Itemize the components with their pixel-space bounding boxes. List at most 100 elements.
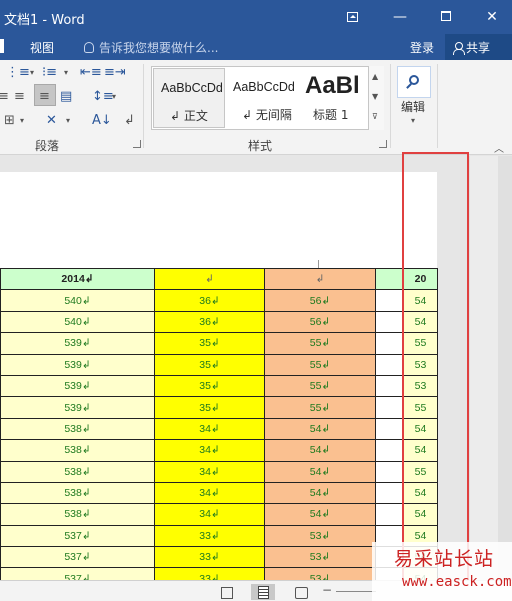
table-cell[interactable]: 20	[403, 267, 438, 291]
table-cell[interactable]: 53	[403, 374, 438, 398]
table-cell[interactable]: 538↲	[0, 503, 155, 526]
table-cell[interactable]: 2014↲	[0, 267, 155, 291]
table-cell[interactable]: 538↲	[0, 439, 155, 462]
web-layout-icon[interactable]	[288, 584, 312, 600]
tell-me-search[interactable]: 告诉我您想要做什么...	[84, 39, 218, 56]
table-cell[interactable]: 537↲	[0, 567, 155, 580]
table-cell[interactable]: 539↲	[0, 396, 155, 419]
scroll-up-icon[interactable]: ▲	[372, 72, 378, 81]
multilevel-dropdown-icon[interactable]: ▾	[64, 66, 68, 80]
maximize-button[interactable]	[426, 0, 466, 34]
table-cell[interactable]	[375, 503, 404, 526]
line-spacing-icon[interactable]: ↕≡	[92, 90, 114, 104]
table-cell[interactable]: 537↲	[0, 546, 155, 569]
table-cell[interactable]: 34↲	[154, 503, 265, 526]
increase-indent-icon[interactable]: ≡⇥	[104, 66, 126, 80]
table-cell[interactable]: 54	[403, 417, 438, 441]
read-mode-icon[interactable]	[214, 584, 238, 600]
tab-view[interactable]: 视图	[30, 39, 54, 56]
numbering-icon[interactable]: ⋮≡	[6, 66, 30, 80]
multilevel-list-icon[interactable]: ⁝≡	[42, 66, 57, 80]
scroll-down-icon[interactable]: ▼	[372, 92, 378, 101]
table-cell[interactable]: 53↲	[264, 546, 376, 569]
table-cell[interactable]: 55↲	[264, 332, 376, 355]
table-cell[interactable]	[375, 439, 404, 462]
editing-button[interactable]	[397, 66, 431, 98]
table-cell[interactable]: 54	[403, 310, 438, 334]
share-button[interactable]: 共享	[445, 34, 512, 60]
collapse-ribbon-icon[interactable]: ︿	[494, 140, 504, 155]
table-cell[interactable]: 33↲	[154, 567, 265, 580]
align-left-icon[interactable]: ≡	[14, 90, 25, 104]
table-cell[interactable]: 538↲	[0, 460, 155, 483]
sort-icon[interactable]: A↓	[92, 114, 112, 128]
table-cell[interactable]: 53↲	[264, 567, 376, 580]
minimize-button[interactable]: —	[380, 0, 420, 34]
table-cell[interactable]: 540↲	[0, 289, 155, 312]
table-cell[interactable]: 539↲	[0, 353, 155, 376]
table-cell[interactable]: 54↲	[264, 481, 376, 505]
styles-dialog-launcher[interactable]	[379, 140, 387, 148]
table-cell[interactable]: 54↲	[264, 460, 376, 483]
table-cell[interactable]: 35↲	[154, 353, 265, 376]
borders-icon[interactable]: ⊞	[4, 114, 15, 128]
table-cell[interactable]: 56↲	[264, 310, 376, 334]
table-cell[interactable]	[375, 353, 404, 376]
table-cell[interactable]	[375, 332, 404, 355]
table-cell[interactable]: ↲	[154, 267, 265, 291]
borders-dropdown-icon[interactable]: ▾	[20, 114, 24, 128]
table-cell[interactable]: 34↲	[154, 417, 265, 441]
table-cell[interactable]: 54↲	[264, 503, 376, 526]
table-cell[interactable]	[375, 374, 404, 398]
table-cell[interactable]: 54	[403, 289, 438, 312]
close-button[interactable]: ✕	[472, 0, 512, 34]
table-cell[interactable]: 35↲	[154, 396, 265, 419]
align-right-icon[interactable]: ≡	[0, 90, 9, 104]
decrease-indent-icon[interactable]: ⇤≡	[80, 66, 102, 80]
table-cell[interactable]	[375, 460, 404, 483]
table-cell[interactable]: 539↲	[0, 374, 155, 398]
table-cell[interactable]: 56↲	[264, 289, 376, 312]
data-table[interactable]: 2014↲ ↲ ↲ 20 540↲ 36↲ 56↲ 54 540↲ 36↲ 56↲ 54 539↲ 35↲…	[0, 267, 438, 580]
table-cell[interactable]: 54	[403, 503, 438, 526]
table-cell[interactable]: 538↲	[0, 481, 155, 505]
table-cell[interactable]: 55↲	[264, 353, 376, 376]
paragraph-dialog-launcher[interactable]	[133, 140, 141, 148]
table-cell[interactable]: 53	[403, 353, 438, 376]
login-link[interactable]: 登录	[410, 39, 434, 56]
table-cell[interactable]	[375, 396, 404, 419]
table-cell[interactable]: 54	[403, 439, 438, 462]
table-cell[interactable]: 36↲	[154, 289, 265, 312]
editing-dropdown-icon[interactable]: ▾	[411, 116, 415, 125]
table-cell[interactable]: 55	[403, 396, 438, 419]
print-layout-icon[interactable]	[251, 584, 275, 600]
table-cell[interactable]: 33↲	[154, 524, 265, 548]
chinese-layout-icon[interactable]: ✕	[46, 114, 57, 128]
numbering-dropdown-icon[interactable]: ▾	[30, 66, 34, 80]
chinese-layout-dropdown-icon[interactable]: ▾	[66, 114, 70, 128]
table-cell[interactable]: 34↲	[154, 439, 265, 462]
table-cell[interactable]: 55↲	[264, 374, 376, 398]
table-cell[interactable]: 55↲	[264, 396, 376, 419]
style-heading-1[interactable]: AaBl 标题 1	[299, 68, 367, 128]
table-cell[interactable]: 55	[403, 460, 438, 483]
ribbon-display-options-button[interactable]	[332, 0, 372, 34]
table-cell[interactable]: 35↲	[154, 374, 265, 398]
table-cell[interactable]: 55	[403, 332, 438, 355]
table-cell[interactable]: 54↲	[264, 439, 376, 462]
table-cell[interactable]: 54	[403, 481, 438, 505]
distributed-align-icon[interactable]: ▤	[60, 90, 72, 104]
table-cell[interactable]: 539↲	[0, 332, 155, 355]
more-styles-icon[interactable]: ⊽	[372, 112, 378, 121]
table-cell[interactable]: ↲	[264, 267, 376, 291]
zoom-out-icon[interactable]: −	[322, 583, 332, 597]
table-cell[interactable]: 538↲	[0, 417, 155, 441]
table-cell[interactable]: 35↲	[154, 332, 265, 355]
table-cell[interactable]	[375, 417, 404, 441]
table-cell[interactable]: 36↲	[154, 310, 265, 334]
style-no-spacing[interactable]: AaBbCcDd ↲ 无间隔	[226, 68, 298, 128]
table-cell[interactable]	[375, 289, 404, 312]
table-cell[interactable]: 34↲	[154, 460, 265, 483]
table-cell[interactable]: 33↲	[154, 546, 265, 569]
table-cell[interactable]: 34↲	[154, 481, 265, 505]
